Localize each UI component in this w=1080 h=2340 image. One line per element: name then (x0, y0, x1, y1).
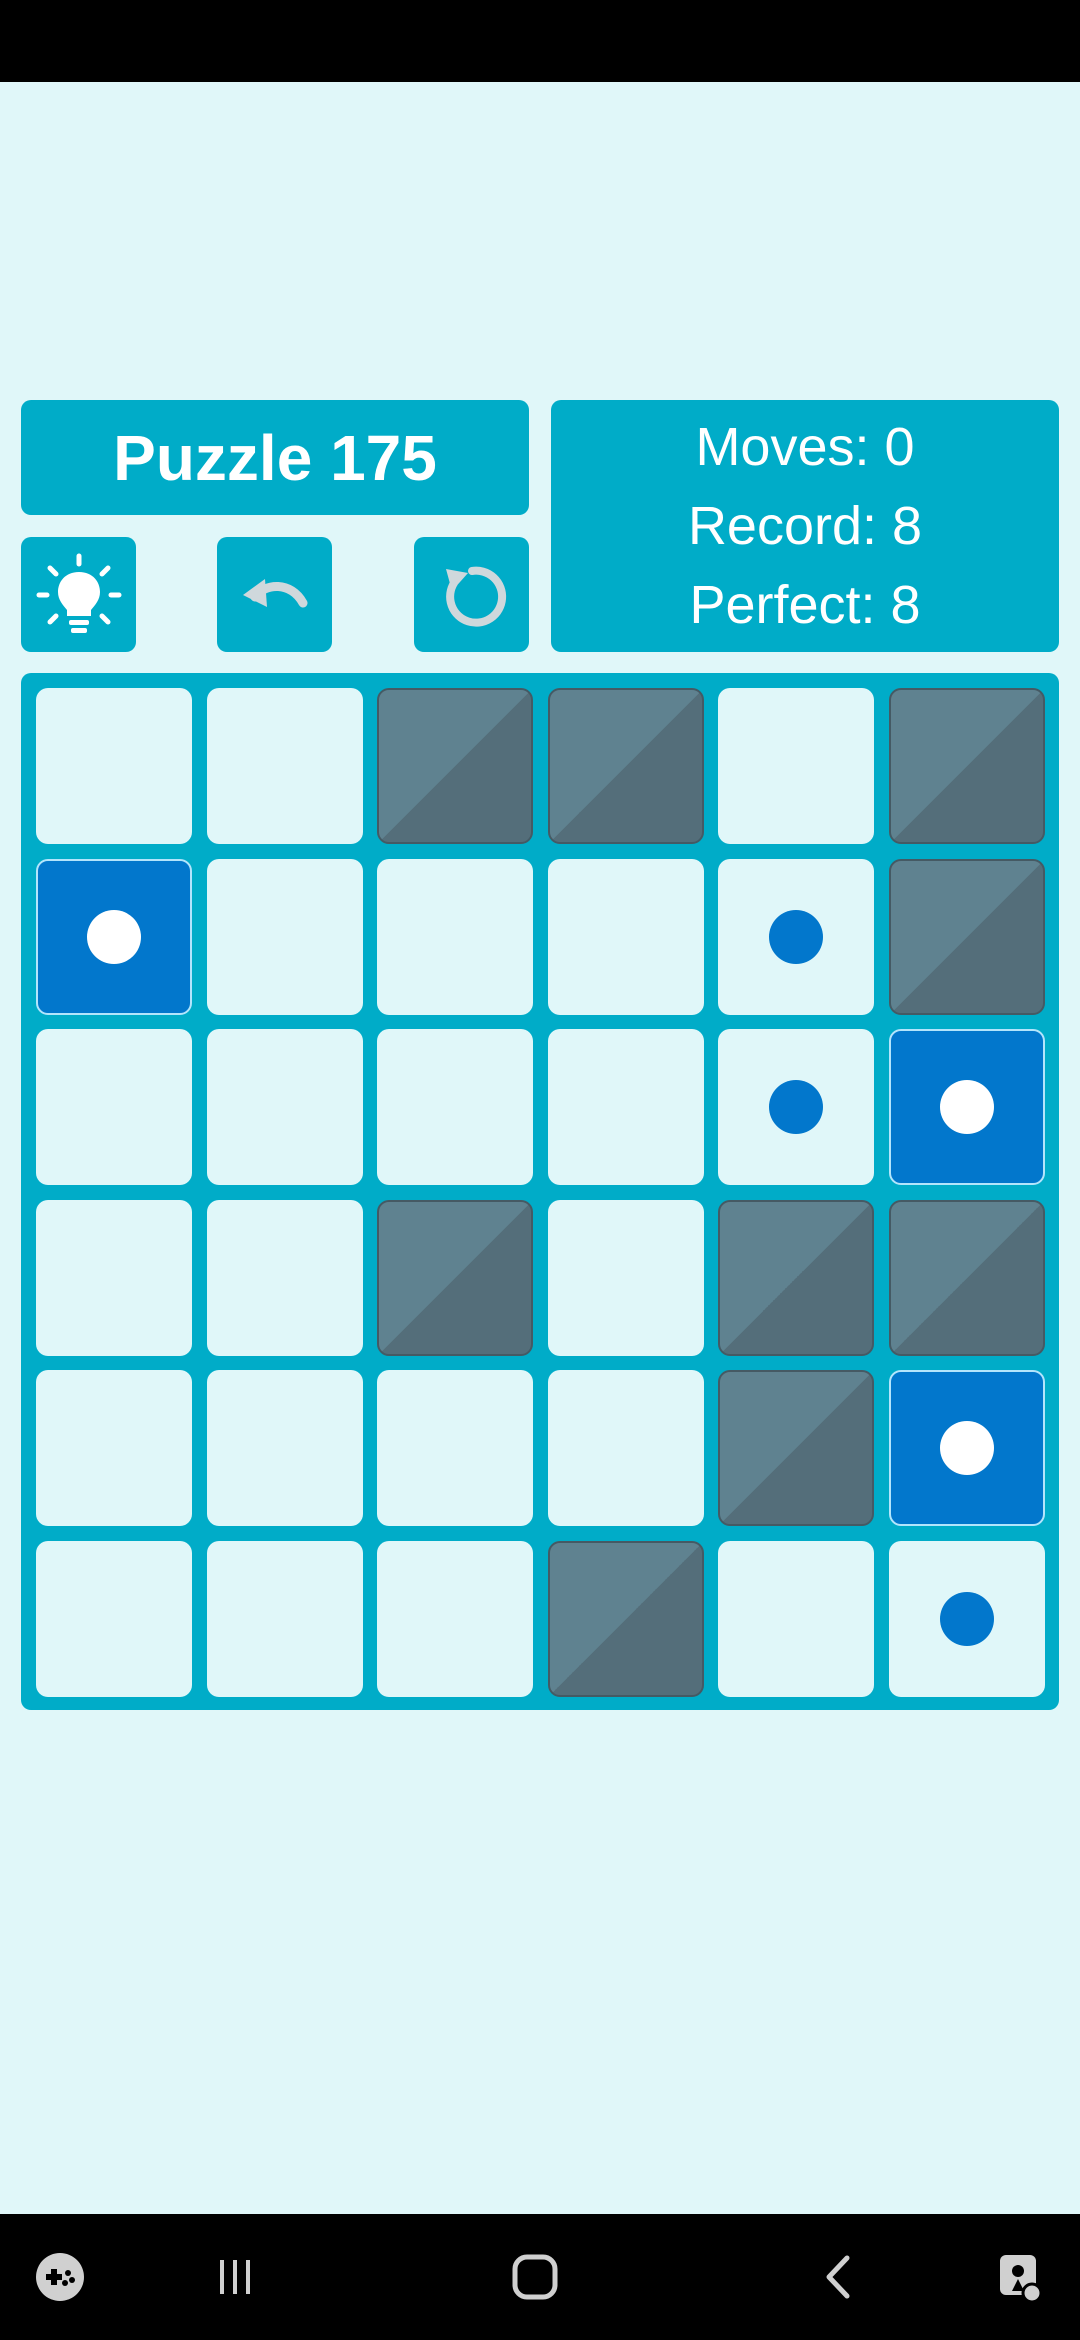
empty-cell[interactable] (206, 688, 363, 844)
empty-cell[interactable] (206, 1029, 363, 1185)
wall-cell (718, 1199, 874, 1356)
record-count: Record: 8 (687, 495, 923, 556)
recent-apps-button[interactable] (190, 2214, 280, 2340)
empty-cell[interactable] (377, 1029, 533, 1185)
empty-cell[interactable] (36, 1029, 192, 1185)
puzzle-board (21, 673, 1059, 1710)
home-icon (512, 2254, 558, 2300)
empty-cell[interactable] (718, 688, 874, 844)
white-dot-icon (939, 1421, 994, 1475)
empty-cell[interactable] (36, 1199, 192, 1356)
empty-cell[interactable] (547, 1199, 704, 1356)
restart-icon (445, 566, 506, 627)
restart-button[interactable] (414, 537, 529, 652)
wall-cell (377, 1199, 533, 1356)
recent-apps-icon (220, 2260, 250, 2294)
empty-cell[interactable] (377, 858, 533, 1015)
target-cell[interactable] (718, 1029, 874, 1185)
home-button[interactable] (490, 2214, 580, 2340)
undo-button[interactable] (217, 537, 332, 652)
perfect-count: Perfect: 8 (689, 574, 921, 635)
game-launcher-button[interactable] (20, 2214, 100, 2340)
empty-cell[interactable] (547, 858, 704, 1015)
empty-cell[interactable] (206, 1199, 363, 1356)
stats-panel: Moves: 0 Record: 8 Perfect: 8 (551, 400, 1059, 652)
empty-cell[interactable] (547, 1029, 704, 1185)
white-dot-icon (939, 1080, 994, 1134)
filled-cell[interactable] (888, 1029, 1045, 1185)
wall-cell (547, 688, 704, 844)
empty-cell[interactable] (206, 858, 363, 1015)
game-launcher-icon (36, 2253, 84, 2301)
blue-dot-icon (769, 1080, 823, 1134)
target-cell[interactable] (888, 1540, 1045, 1697)
wall-cell (547, 1540, 704, 1697)
empty-cell[interactable] (36, 1540, 192, 1697)
blue-dot-icon (769, 909, 823, 964)
blue-dot-icon (939, 1591, 994, 1646)
filled-cell[interactable] (36, 858, 192, 1015)
empty-cell[interactable] (377, 1370, 533, 1526)
empty-cell[interactable] (206, 1370, 363, 1526)
empty-cell[interactable] (547, 1370, 704, 1526)
wall-cell (888, 688, 1045, 844)
filled-cell[interactable] (888, 1370, 1045, 1526)
back-button[interactable] (795, 2214, 885, 2340)
white-dot-icon (87, 909, 141, 964)
empty-cell[interactable] (718, 1540, 874, 1697)
target-cell[interactable] (718, 858, 874, 1015)
empty-cell[interactable] (36, 688, 192, 844)
back-icon (826, 2255, 850, 2299)
puzzle-title: Puzzle 175 (21, 400, 529, 515)
wall-cell (888, 1199, 1045, 1356)
accessibility-icon (1000, 2255, 1043, 2304)
accessibility-button[interactable] (975, 2214, 1065, 2340)
undo-icon (242, 578, 307, 607)
empty-cell[interactable] (377, 1540, 533, 1697)
hint-button[interactable] (21, 537, 136, 652)
status-bar (0, 0, 1080, 82)
wall-cell (718, 1370, 874, 1526)
navigation-bar (0, 2214, 1080, 2340)
empty-cell[interactable] (36, 1370, 192, 1526)
moves-count: Moves: 0 (695, 417, 915, 478)
empty-cell[interactable] (206, 1540, 363, 1697)
lightbulb-icon (36, 553, 121, 633)
wall-cell (377, 688, 533, 844)
wall-cell (888, 858, 1045, 1015)
